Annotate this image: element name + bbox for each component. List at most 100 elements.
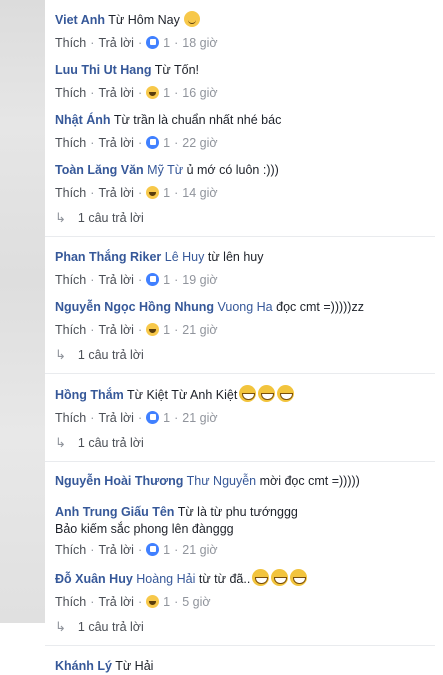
divider (45, 236, 435, 237)
timestamp[interactable]: 5 giờ (182, 595, 210, 609)
view-replies-link[interactable]: ↳ 1 câu trả lời (55, 347, 435, 363)
comment: Nguyễn Hoài Thương Thư Nguyễn mời đọc cm… (55, 473, 435, 490)
comment-text: từ từ đã.. (198, 572, 251, 586)
laughing-emoji-icon (252, 569, 270, 586)
haha-reaction-icon[interactable] (146, 323, 160, 336)
mention-link[interactable]: Mỹ Từ (147, 163, 183, 177)
comment: Toàn Lăng Văn Mỹ Từ ủ mớ có luôn :))) Th… (55, 162, 435, 226)
reply-link[interactable]: Trả lời (98, 273, 134, 287)
timestamp[interactable]: 22 giờ (182, 136, 217, 150)
reaction-count[interactable]: 1 (163, 323, 170, 337)
mention-link[interactable]: Hoàng Hải (136, 572, 195, 586)
comment-text: Từ là từ phu tướnggg (177, 505, 298, 519)
like-link[interactable]: Thích (55, 411, 86, 425)
comment-text: mời đọc cmt =))))) (259, 474, 360, 488)
comment-actions: Thích · Trả lời · 1 · 19 giờ (55, 273, 218, 287)
like-link[interactable]: Thích (55, 36, 86, 50)
reply-link[interactable]: Trả lời (98, 86, 134, 100)
comment-actions: Thích · Trả lời · 1 · 16 giờ (55, 86, 218, 100)
author-name[interactable]: Khánh Lý (55, 659, 112, 673)
smile-emoji-icon (183, 11, 200, 27)
reply-link[interactable]: Trả lời (98, 411, 134, 425)
comment-text: từ lên huy (207, 250, 264, 264)
reaction-count[interactable]: 1 (163, 595, 170, 609)
comment-text-line2: Bảo kiếm sắc phong lên đànggg (55, 522, 234, 536)
comment-text: Từ Hôm Nay (108, 13, 180, 27)
author-name[interactable]: Phan Thắng Riker (55, 250, 161, 264)
author-name[interactable]: Hồng Thắm (55, 388, 124, 402)
laughing-emoji-icon (277, 385, 295, 402)
like-link[interactable]: Thích (55, 323, 86, 337)
like-link[interactable]: Thích (55, 595, 86, 609)
avatar-column (0, 0, 45, 623)
view-replies-link[interactable]: ↳ 1 câu trả lời (55, 210, 435, 226)
comment: Anh Trung Giấu Tên Từ là từ phu tướnggg … (55, 504, 435, 558)
reply-link[interactable]: Trả lời (98, 136, 134, 150)
replies-count[interactable]: 1 câu trả lời (78, 348, 144, 362)
haha-reaction-icon[interactable] (146, 186, 160, 199)
reply-link[interactable]: Trả lời (98, 36, 134, 50)
reply-link[interactable]: Trả lời (98, 186, 134, 200)
replies-count[interactable]: 1 câu trả lời (78, 211, 144, 225)
timestamp[interactable]: 21 giờ (182, 323, 217, 337)
author-name[interactable]: Nguyễn Hoài Thương (55, 474, 183, 488)
author-name[interactable]: Đỗ Xuân Huy (55, 572, 133, 586)
view-replies-link[interactable]: ↳ 1 câu trả lời (55, 435, 435, 451)
timestamp[interactable]: 19 giờ (182, 273, 217, 287)
comment: Nguyễn Ngọc Hồng Nhung Vuong Ha đọc cmt … (55, 299, 435, 363)
replies-count[interactable]: 1 câu trả lời (78, 436, 144, 450)
like-reaction-icon[interactable] (146, 136, 160, 149)
like-link[interactable]: Thích (55, 543, 86, 557)
author-name[interactable]: Toàn Lăng Văn (55, 163, 144, 177)
mention-link[interactable]: Vuong Ha (218, 300, 273, 314)
divider (45, 461, 435, 462)
author-name[interactable]: Viet Anh (55, 13, 105, 27)
comment-text: Từ trần là chuẩn nhất nhé bác (113, 113, 282, 127)
reaction-count[interactable]: 1 (163, 186, 170, 200)
reaction-count[interactable]: 1 (163, 543, 170, 557)
reply-arrow-icon: ↳ (55, 210, 66, 225)
mention-link[interactable]: Lê Huy (165, 250, 205, 264)
view-replies-link[interactable]: ↳ 1 câu trả lời (55, 619, 435, 635)
mention-link[interactable]: Thư Nguyễn (187, 474, 257, 488)
laughing-emoji-icon (271, 569, 289, 586)
reaction-count[interactable]: 1 (163, 273, 170, 287)
divider (45, 645, 435, 646)
timestamp[interactable]: 21 giờ (182, 411, 217, 425)
reaction-count[interactable]: 1 (163, 36, 170, 50)
like-link[interactable]: Thích (55, 186, 86, 200)
author-name[interactable]: Luu Thi Ut Hang (55, 63, 152, 77)
reply-arrow-icon: ↳ (55, 619, 66, 634)
reply-link[interactable]: Trả lời (98, 595, 134, 609)
divider (45, 373, 435, 374)
reaction-count[interactable]: 1 (163, 411, 170, 425)
haha-reaction-icon[interactable] (146, 86, 160, 99)
like-reaction-icon[interactable] (146, 36, 160, 49)
comment: Luu Thi Ut Hang Từ Tốn! Thích · Trả lời · 1 ·… (55, 62, 435, 101)
timestamp[interactable]: 16 giờ (182, 86, 217, 100)
author-name[interactable]: Nhật Ánh (55, 113, 111, 127)
reaction-count[interactable]: 1 (163, 136, 170, 150)
like-reaction-icon[interactable] (146, 273, 160, 286)
reaction-count[interactable]: 1 (163, 86, 170, 100)
reply-link[interactable]: Trả lời (98, 323, 134, 337)
like-link[interactable]: Thích (55, 136, 86, 150)
reply-link[interactable]: Trả lời (98, 543, 134, 557)
comment-actions: Thích · Trả lời · 1 · 21 giờ (55, 411, 218, 425)
timestamp[interactable]: 18 giờ (182, 36, 217, 50)
like-reaction-icon[interactable] (146, 411, 160, 424)
author-name[interactable]: Nguyễn Ngọc Hồng Nhung (55, 300, 214, 314)
like-link[interactable]: Thích (55, 86, 86, 100)
comment: Nhật Ánh Từ trần là chuẩn nhất nhé bác T… (55, 112, 435, 151)
timestamp[interactable]: 14 giờ (182, 186, 217, 200)
comment-actions: Thích · Trả lời · 1 · 5 giờ (55, 595, 211, 609)
like-link[interactable]: Thích (55, 273, 86, 287)
laughing-emoji-icon (258, 385, 276, 402)
haha-reaction-icon[interactable] (146, 595, 160, 608)
author-name[interactable]: Anh Trung Giấu Tên (55, 505, 174, 519)
comment: Hồng Thắm Từ Kiệt Từ Anh Kiệt Thích · Trả … (55, 385, 435, 451)
like-reaction-icon[interactable] (146, 543, 160, 556)
comment-text: đọc cmt =)))))zz (276, 300, 364, 314)
replies-count[interactable]: 1 câu trả lời (78, 620, 144, 634)
timestamp[interactable]: 21 giờ (182, 543, 217, 557)
